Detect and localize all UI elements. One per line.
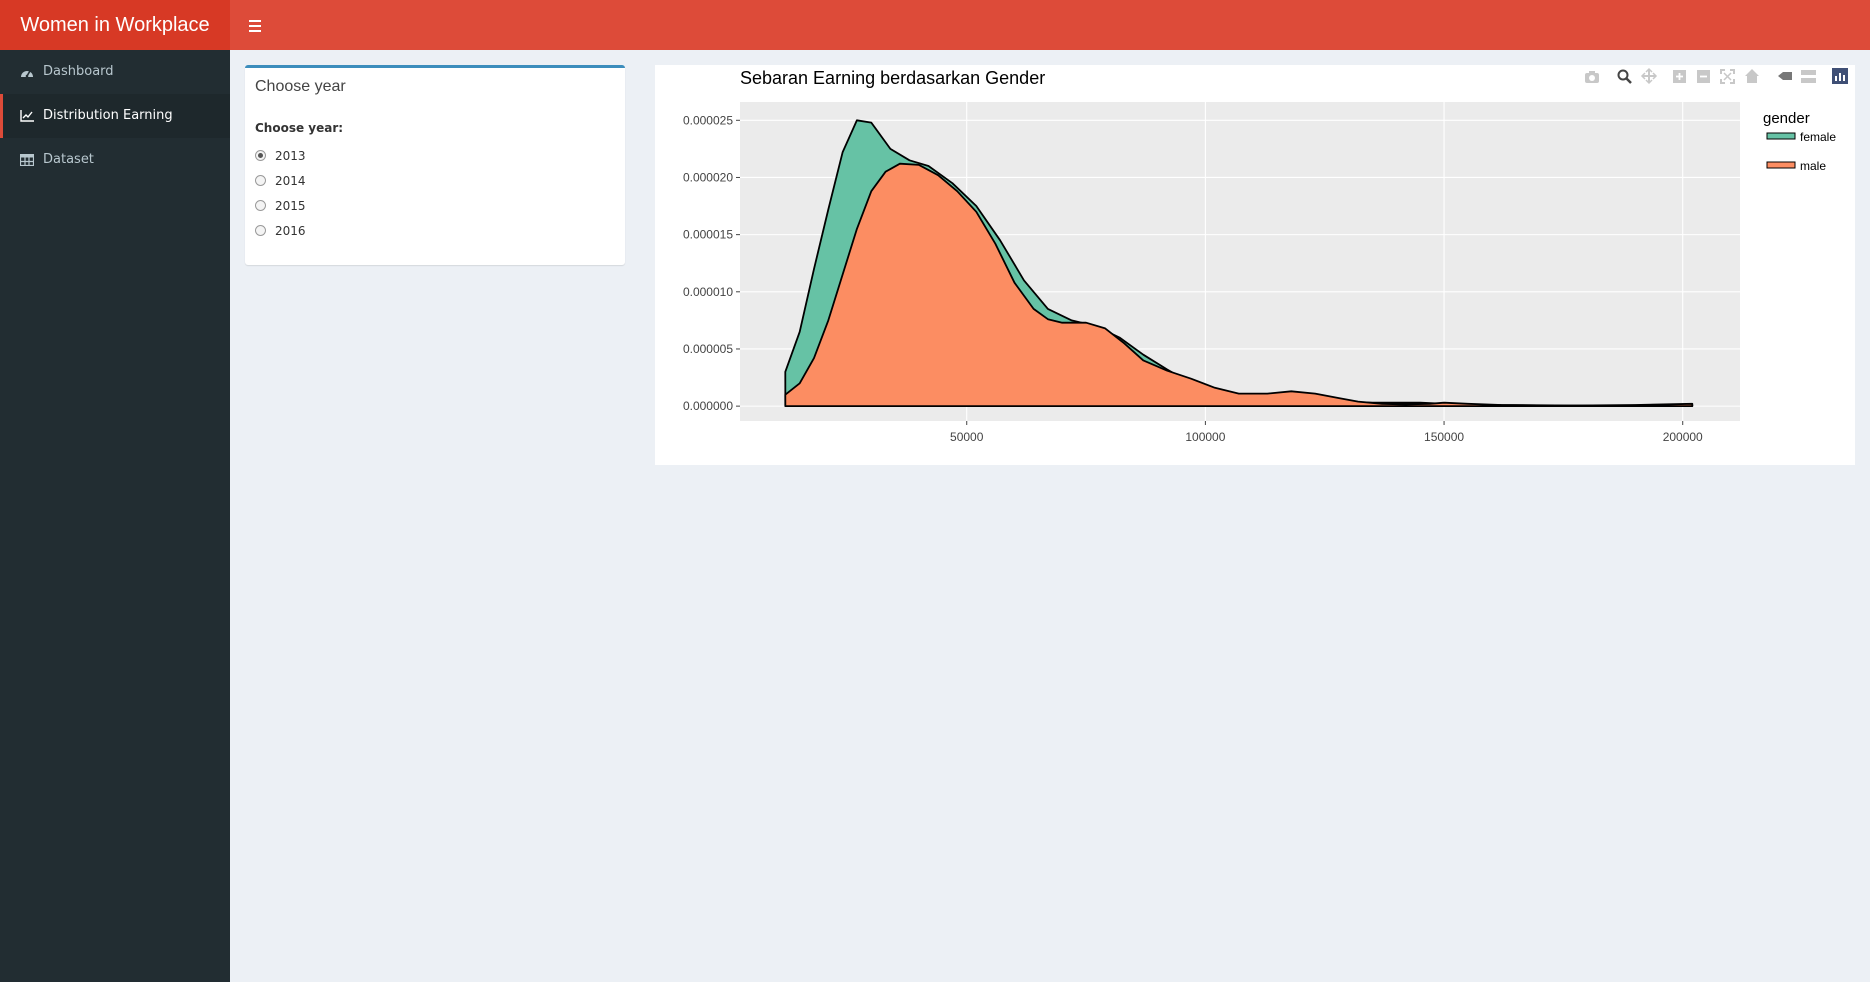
camera-icon[interactable] — [1585, 71, 1599, 83]
sidebar-item-label: Distribution Earning — [43, 108, 173, 123]
y-tick-label: 0.000020 — [683, 170, 733, 184]
legend: gender female male — [1763, 110, 1836, 173]
zoom-in-icon[interactable] — [1673, 70, 1686, 83]
legend-item-male[interactable]: male — [1766, 159, 1826, 173]
year-option-label: 2013 — [275, 149, 306, 163]
y-tick-label: 0.000005 — [683, 342, 733, 356]
table-icon — [20, 154, 34, 166]
x-tick-label: 100000 — [1185, 430, 1225, 444]
legend-label-female: female — [1800, 130, 1836, 144]
radio-button[interactable] — [255, 150, 266, 161]
year-option-label: 2015 — [275, 199, 306, 213]
x-tick-label: 50000 — [950, 430, 984, 444]
y-tick-label: 0.000010 — [683, 285, 733, 299]
chart-title: Sebaran Earning berdasarkan Gender — [740, 68, 1045, 88]
top-navbar — [230, 0, 1870, 50]
y-tick-label: 0.000025 — [683, 113, 733, 127]
legend-swatch-female — [1766, 132, 1796, 140]
sidebar-item-dataset[interactable]: Dataset — [0, 138, 230, 182]
modebar — [1585, 67, 1848, 85]
sidebar-item-dashboard[interactable]: Dashboard — [0, 50, 230, 94]
hamburger-icon — [249, 20, 261, 35]
plotly-logo-icon[interactable] — [1832, 68, 1848, 84]
legend-label-male: male — [1800, 159, 1826, 173]
y-axis: 0.000000 0.000005 0.000010 0.000015 0.000020… — [683, 113, 740, 413]
dashboard-icon — [21, 70, 33, 78]
radio-button[interactable] — [255, 225, 266, 236]
y-tick-label: 0.000015 — [683, 228, 733, 242]
sidebar-item-label: Dashboard — [43, 64, 114, 79]
year-option-label: 2014 — [275, 174, 306, 188]
y-tick-label: 0.000000 — [683, 399, 733, 413]
choose-year-label: Choose year: — [255, 121, 344, 135]
zoom-out-icon[interactable] — [1697, 70, 1710, 83]
legend-swatch-male — [1766, 161, 1796, 169]
app-logo[interactable]: Women in Workplace — [0, 0, 230, 50]
sidebar-toggle-button[interactable] — [244, 14, 266, 36]
hover-compare-icon[interactable] — [1801, 70, 1816, 83]
sidebar: Dashboard Distribution Earning Dataset — [0, 50, 230, 982]
x-tick-label: 200000 — [1663, 430, 1703, 444]
legend-item-female[interactable]: female — [1766, 130, 1836, 144]
reset-axes-icon[interactable] — [1745, 69, 1759, 83]
legend-title: gender — [1763, 110, 1810, 127]
zoom-icon[interactable] — [1617, 69, 1632, 84]
pan-icon[interactable] — [1640, 67, 1658, 85]
sidebar-item-distribution-earning[interactable]: Distribution Earning — [0, 94, 230, 138]
x-axis: 50000 100000 150000 200000 — [950, 421, 1703, 444]
plot-panel: 0.000000 0.000005 0.000010 0.000015 0.000020… — [655, 65, 1855, 465]
line-chart-icon — [20, 110, 34, 122]
autoscale-icon[interactable] — [1720, 69, 1735, 84]
radio-button[interactable] — [255, 175, 266, 186]
x-tick-label: 150000 — [1424, 430, 1464, 444]
choose-year-box: Choose year Choose year: 2013 2014 2015 … — [245, 65, 625, 265]
sidebar-item-label: Dataset — [43, 152, 94, 167]
density-chart[interactable]: 0.000000 0.000005 0.000010 0.000015 0.000020… — [655, 65, 1855, 465]
year-option-label: 2016 — [275, 224, 306, 238]
hover-closest-icon[interactable] — [1778, 72, 1792, 80]
radio-button[interactable] — [255, 200, 266, 211]
box-title: Choose year — [255, 78, 346, 95]
